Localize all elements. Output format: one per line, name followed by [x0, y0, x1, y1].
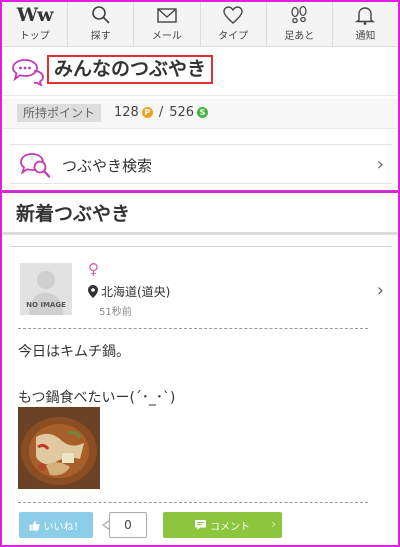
post-divider-bottom [18, 502, 368, 503]
post-divider-top [18, 328, 368, 329]
bell-icon [355, 7, 376, 25]
nav-item-type[interactable]: タイプ [201, 2, 267, 46]
post-actions: いいね！ 0 コメント › [19, 512, 391, 538]
post-photo[interactable] [18, 407, 100, 489]
like-button[interactable]: いいね！ [19, 512, 93, 538]
nav-label-type: タイプ [218, 31, 249, 42]
nav-item-mail[interactable]: メール [134, 2, 201, 46]
points-separator: / [158, 105, 164, 120]
comment-button[interactable]: コメント › [163, 512, 282, 538]
section-underline [2, 232, 398, 235]
location-text: 北海道(道央) [101, 285, 171, 299]
p-points-value: 128 [114, 105, 139, 120]
title-row: みんなのつぶやき [2, 48, 398, 96]
search-icon [91, 6, 110, 24]
post-timestamp: 51秒前 [99, 307, 132, 318]
nav-label-mail: メール [151, 31, 182, 42]
comment-chevron-icon: › [271, 517, 276, 531]
location: 北海道(道央) [88, 283, 170, 300]
nav-label-top: トップ [19, 31, 50, 42]
points-row: 所持ポイント 128 P / 526 S [2, 99, 398, 129]
nav-item-top[interactable]: Ww トップ [2, 2, 69, 46]
thumbs-up-icon [29, 520, 40, 530]
p-coin-icon: P [141, 107, 153, 118]
post-text-line-1: 今日はキムチ鍋。 [18, 344, 130, 360]
footprint-icon [291, 5, 307, 24]
section-divider [2, 190, 398, 193]
chat-search-icon [20, 153, 51, 178]
location-pin-icon [88, 285, 98, 298]
post-chevron-right-icon[interactable]: › [377, 280, 384, 301]
speech-bubble-icon [195, 520, 206, 530]
mail-icon [157, 8, 177, 23]
ww-logo-icon: Ww [16, 4, 54, 26]
post-text-line-2: もつ鍋食べたいー(´･_･`) [18, 390, 176, 406]
hotpot-photo-image [18, 407, 100, 489]
tweet-search-link[interactable]: つぶやき検索 › [10, 144, 392, 184]
nav-item-search[interactable]: 探す [68, 2, 135, 46]
avatar-placeholder-text: NO IMAGE [26, 301, 66, 309]
section-title: 新着つぶやき [16, 203, 131, 225]
like-label: いいね！ [43, 521, 84, 533]
nav-label-notifications: 通知 [355, 31, 376, 42]
nav-label-footprints: 足あと [284, 31, 315, 42]
nav-item-notifications[interactable]: 通知 [333, 2, 398, 46]
nav-label-search: 探す [90, 31, 111, 42]
points-label: 所持ポイント [17, 104, 102, 122]
nav-item-footprints[interactable]: 足あと [267, 2, 333, 46]
chevron-right-icon: › [376, 154, 384, 175]
avatar[interactable]: NO IMAGE [20, 263, 72, 315]
tweet-search-label: つぶやき検索 [62, 157, 153, 175]
s-points-value: 526 [169, 105, 195, 120]
comment-label: コメント [210, 521, 250, 533]
top-nav: Ww トップ 探す メール タイプ 足あと 通知 [2, 2, 398, 47]
female-icon: ♀ [88, 260, 99, 278]
page-title: みんなのつぶやき [47, 55, 214, 84]
chat-bubbles-icon [12, 59, 44, 86]
like-count: 0 [109, 512, 147, 538]
list-top-border [10, 246, 392, 247]
s-coin-icon: S [197, 107, 209, 118]
points-values: 128 P / 526 S [114, 105, 209, 120]
heart-icon [223, 6, 243, 24]
tweet-card: NO IMAGE ♀ 北海道(道央) 51秒前 › 今日はキムチ鍋。 もつ鍋食べ… [10, 250, 392, 540]
